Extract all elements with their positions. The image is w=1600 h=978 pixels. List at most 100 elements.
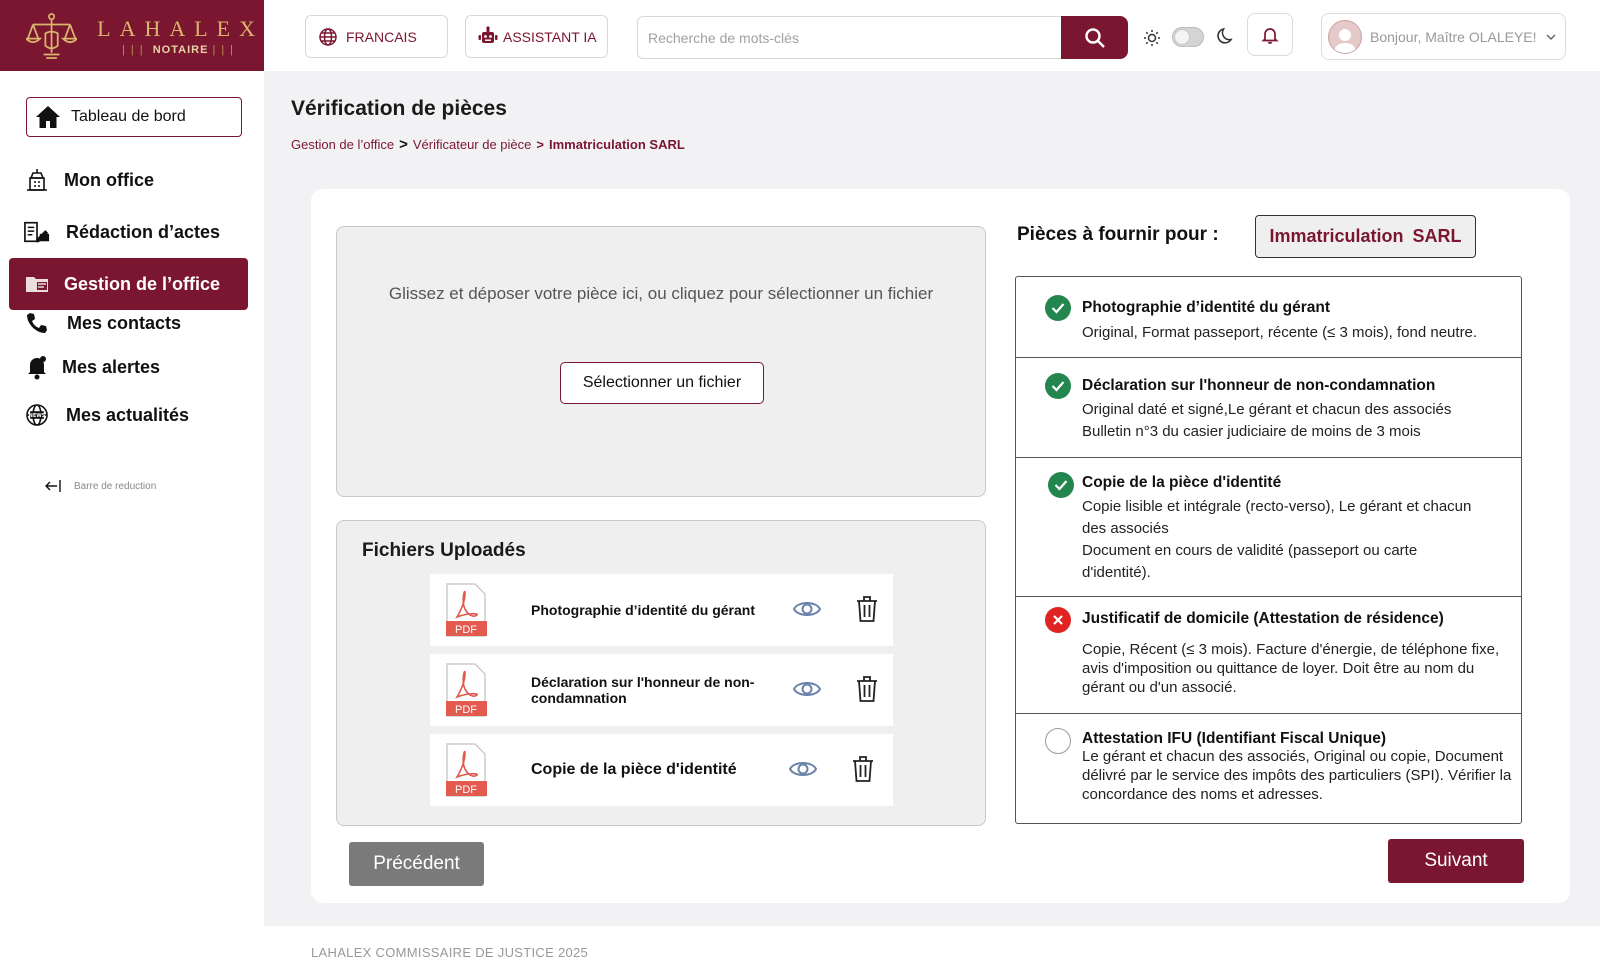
uploaded-files-panel: Fichiers Uploadés PDF Photographie d’ide… — [336, 520, 986, 826]
footer-text: LAHALEX COMMISSAIRE DE JUSTICE 2025 — [311, 945, 589, 960]
svg-text:PDF: PDF — [455, 784, 477, 796]
pdf-file-icon: PDF — [446, 663, 487, 717]
breadcrumb-separator: > — [536, 137, 544, 152]
search-button[interactable] — [1061, 16, 1128, 59]
document-writing-icon — [24, 219, 50, 245]
requirement-item: Attestation IFU (Identifiant Fiscal Uniq… — [1016, 714, 1521, 822]
requirement-name: Copie de la pièce d'identité — [1082, 474, 1282, 491]
folder-icon — [24, 271, 50, 297]
brand-logo[interactable]: LAHALEX ||| NOTAIRE ||| — [0, 0, 264, 71]
procedure-badge: Immatriculation SARL — [1255, 215, 1476, 258]
sidebar-item-mon-office[interactable]: Mon office — [9, 154, 248, 206]
arrow-left-icon — [45, 480, 61, 492]
requirement-description: Copie lisible et intégrale (recto-verso)… — [1082, 498, 1472, 581]
eye-icon[interactable] — [792, 596, 822, 622]
ai-assistant-button[interactable]: ASSISTANT IA — [465, 15, 608, 58]
trash-icon[interactable] — [855, 595, 879, 623]
eye-icon[interactable] — [788, 756, 818, 782]
uploaded-file-name: Copie de la pièce d'identité — [531, 761, 737, 778]
ai-assistant-label: ASSISTANT IA — [503, 28, 597, 45]
uploaded-file-name: Photographie d’identité du gérant — [531, 602, 755, 618]
eye-icon[interactable] — [792, 676, 822, 702]
user-menu[interactable]: Bonjour, Maître OLALEYE! — [1321, 13, 1566, 60]
svg-text:NEWS: NEWS — [29, 413, 46, 419]
sidebar-item-label: Mon office — [64, 169, 154, 190]
breadcrumb: Gestion de l’office > Vérificateur de pi… — [291, 136, 685, 153]
dashboard-label: Tableau de bord — [71, 108, 186, 125]
globe-icon — [319, 27, 337, 46]
news-icon: NEWS — [24, 402, 50, 428]
next-button[interactable]: Suivant — [1388, 839, 1524, 883]
sun-icon — [1144, 30, 1160, 46]
sidebar-item-label: Gestion de l’office — [64, 273, 221, 294]
breadcrumb-item[interactable]: Gestion de l’office — [291, 137, 394, 152]
svg-text:PDF: PDF — [455, 624, 477, 636]
uploaded-file-row: PDF Copie de la pièce d'identité — [430, 734, 893, 806]
previous-button[interactable]: Précédent — [349, 842, 484, 886]
page-title: Vérification de pièces — [291, 97, 507, 120]
check-icon — [1045, 295, 1071, 321]
sidebar-item-mes-actualites[interactable]: NEWS Mes actualités — [9, 389, 248, 441]
dashboard-button[interactable]: Tableau de bord — [26, 97, 242, 137]
uploaded-file-row: PDF Déclaration sur l'honneur de non-con… — [430, 654, 893, 726]
close-icon — [1045, 607, 1071, 633]
requirement-item: Copie de la pièce d'identité Copie lisib… — [1016, 458, 1521, 597]
language-button[interactable]: FRANCAIS — [305, 15, 448, 58]
trash-icon[interactable] — [851, 755, 875, 783]
requirement-description: Copie, Récent (≤ 3 mois). Facture d'éner… — [1082, 641, 1500, 696]
bell-icon — [24, 354, 50, 380]
check-icon — [1045, 373, 1071, 399]
search-input[interactable] — [637, 16, 1061, 59]
moon-icon — [1217, 27, 1233, 44]
phone-icon — [24, 310, 50, 336]
requirement-description: Le gérant et chacun des associés, Origin… — [1082, 748, 1512, 803]
language-label: FRANCAIS — [346, 28, 417, 45]
sidebar-item-redaction-actes[interactable]: Rédaction d’actes — [9, 206, 248, 258]
sidebar: Tableau de bord Mon office Rédaction d’a… — [0, 71, 264, 978]
sidebar-item-label: Mes actualités — [66, 404, 190, 425]
bell-icon — [1261, 27, 1279, 44]
home-icon — [36, 106, 60, 128]
sidebar-collapse-button[interactable]: Barre de reduction — [44, 478, 156, 494]
requirement-description: Original daté et signé,Le gérant et chac… — [1082, 401, 1452, 440]
requirement-name: Justificatif de domicile (Attestation de… — [1082, 610, 1444, 627]
requirement-item: Déclaration sur l'honneur de non-condamn… — [1016, 358, 1521, 458]
sidebar-item-mes-alertes[interactable]: Mes alertes — [9, 341, 248, 393]
requirements-list: Photographie d’identité du gérant Origin… — [1015, 276, 1522, 824]
robot-icon — [478, 25, 498, 43]
sidebar-item-label: Mes alertes — [62, 356, 161, 377]
sidebar-item-label: Rédaction d’actes — [66, 221, 221, 242]
footer: LAHALEX COMMISSAIRE DE JUSTICE 2025 — [264, 926, 1600, 978]
svg-text:PDF: PDF — [455, 704, 477, 716]
search-icon — [1084, 27, 1105, 48]
sidebar-item-label: Mes contacts — [67, 312, 182, 333]
sidebar-collapse-label: Barre de reduction — [74, 480, 157, 492]
requirement-name: Photographie d’identité du gérant — [1082, 299, 1330, 316]
breadcrumb-item[interactable]: Vérificateur de pièce — [413, 137, 532, 152]
requirements-title: Pièces à fournir pour : — [1017, 224, 1219, 245]
brand-name: LAHALEX — [97, 15, 264, 41]
select-file-button[interactable]: Sélectionner un fichier — [560, 362, 764, 404]
theme-toggle[interactable] — [1172, 27, 1204, 47]
requirement-item: Justificatif de domicile (Attestation de… — [1016, 597, 1521, 714]
office-icon — [24, 167, 50, 193]
requirement-description: Original, Format passeport, récente (≤ 3… — [1082, 324, 1478, 341]
breadcrumb-current: Immatriculation SARL — [548, 137, 685, 152]
uploaded-file-row: PDF Photographie d’identité du gérant — [430, 574, 893, 646]
chevron-down-icon — [1546, 33, 1556, 40]
scales-of-justice-icon — [26, 12, 78, 59]
pdf-file-icon: PDF — [446, 743, 487, 797]
trash-icon[interactable] — [855, 675, 879, 703]
toggle-knob — [1175, 30, 1189, 44]
requirement-name: Déclaration sur l'honneur de non-condamn… — [1082, 377, 1436, 394]
dropzone-hint: Glissez et déposer votre pièce ici, ou c… — [388, 284, 934, 303]
requirement-item: Photographie d’identité du gérant Origin… — [1016, 277, 1521, 358]
check-icon — [1048, 472, 1074, 498]
notifications-button[interactable] — [1247, 13, 1293, 56]
file-dropzone[interactable]: Glissez et déposer votre pièce ici, ou c… — [336, 226, 986, 497]
user-greeting: Bonjour, Maître OLALEYE! — [1370, 28, 1537, 45]
avatar — [1328, 19, 1362, 54]
empty-circle-icon — [1045, 728, 1071, 754]
breadcrumb-separator: > — [399, 136, 408, 153]
pdf-file-icon: PDF — [446, 583, 487, 637]
